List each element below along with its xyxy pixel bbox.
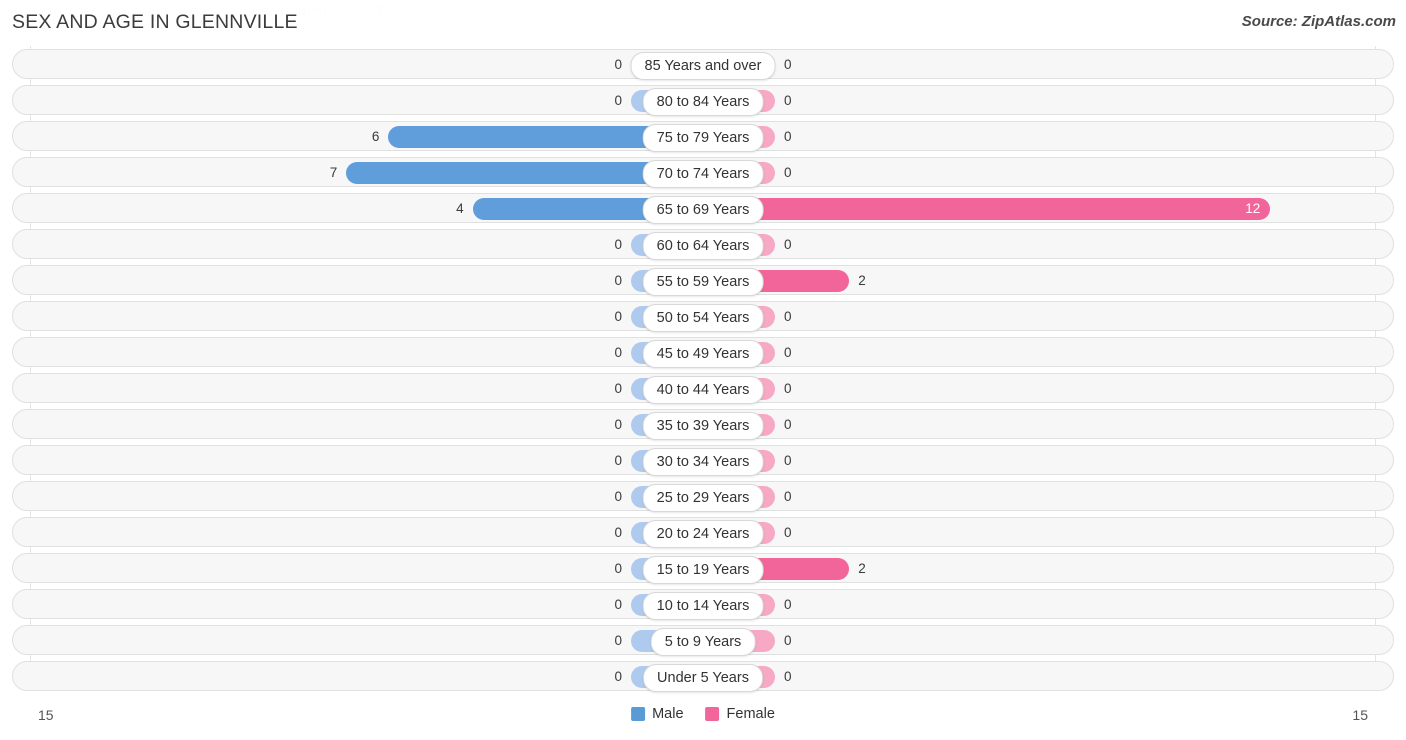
age-group-label: 55 to 59 Years [642, 268, 764, 296]
age-group-label: 25 to 29 Years [642, 484, 764, 512]
female-value-label: 0 [784, 237, 792, 252]
male-value-label: 0 [614, 57, 622, 72]
female-bar[interactable] [703, 198, 1271, 220]
age-group-row: 4 12 65 to 69 Years [12, 193, 1394, 224]
male-value-label: 0 [614, 381, 622, 396]
age-group-label: 30 to 34 Years [642, 448, 764, 476]
population-pyramid-plot: 0 0 85 Years and over 0 0 80 to 84 Years 6 0 75 … [0, 46, 1406, 701]
male-value-label: 0 [614, 597, 622, 612]
female-value-label: 0 [784, 345, 792, 360]
age-group-label: 15 to 19 Years [642, 556, 764, 584]
male-value-label: 0 [614, 633, 622, 648]
female-value-label: 0 [784, 525, 792, 540]
age-group-row: 0 0 20 to 24 Years [12, 517, 1394, 548]
age-group-rows: 0 0 85 Years and over 0 0 80 to 84 Years 6 0 75 … [0, 49, 1406, 697]
age-group-label: 65 to 69 Years [642, 196, 764, 224]
male-value-label: 0 [614, 525, 622, 540]
age-group-row: 0 0 30 to 34 Years [12, 445, 1394, 476]
female-value-label: 2 [858, 561, 866, 576]
age-group-row: 7 0 70 to 74 Years [12, 157, 1394, 188]
age-group-row: 0 0 40 to 44 Years [12, 373, 1394, 404]
female-value-label: 0 [784, 417, 792, 432]
legend-item-female[interactable]: Female [705, 706, 775, 722]
chart-header: SEX AND AGE IN GLENNVILLE ZipAtlas.com S… [0, 0, 1406, 46]
female-value-label: 0 [784, 489, 792, 504]
age-group-label: 50 to 54 Years [642, 304, 764, 332]
chart-footer: 15 Male Female 15 [0, 701, 1406, 740]
age-group-row: 6 0 75 to 79 Years [12, 121, 1394, 152]
axis-label-left: 15 [38, 707, 54, 723]
male-value-label: 0 [614, 309, 622, 324]
female-value-label: 12 [1245, 201, 1261, 216]
female-value-label: 0 [784, 165, 792, 180]
legend-item-male[interactable]: Male [631, 706, 684, 722]
chart-legend: Male Female [631, 706, 775, 722]
age-group-row: 0 0 60 to 64 Years [12, 229, 1394, 260]
age-group-row: 0 0 5 to 9 Years [12, 625, 1394, 656]
axis-label-right: 15 [1352, 707, 1368, 723]
male-value-label: 4 [456, 201, 464, 216]
male-value-label: 7 [329, 165, 338, 180]
male-value-label: 0 [614, 237, 622, 252]
age-group-label: 20 to 24 Years [642, 520, 764, 548]
age-group-label: 40 to 44 Years [642, 376, 764, 404]
age-group-row: 0 0 25 to 29 Years [12, 481, 1394, 512]
female-value-label: 0 [784, 597, 792, 612]
age-group-label: 45 to 49 Years [642, 340, 764, 368]
age-group-row: 0 2 55 to 59 Years [12, 265, 1394, 296]
age-group-label: Under 5 Years [643, 664, 763, 692]
age-group-label: 70 to 74 Years [642, 160, 764, 188]
female-value-label: 0 [784, 93, 792, 108]
legend-label-female: Female [726, 706, 775, 722]
female-value-label: 0 [784, 57, 792, 72]
male-value-label: 6 [371, 129, 380, 144]
female-value-label: 0 [784, 381, 792, 396]
age-group-label: 10 to 14 Years [642, 592, 764, 620]
male-value-label: 0 [614, 453, 622, 468]
male-value-label: 0 [614, 273, 622, 288]
female-value-label: 2 [858, 273, 866, 288]
legend-label-male: Male [652, 706, 684, 722]
male-value-label: 0 [614, 669, 622, 684]
female-value-label: 0 [784, 633, 792, 648]
age-group-row: 0 0 50 to 54 Years [12, 301, 1394, 332]
age-group-label: 85 Years and over [630, 52, 776, 80]
age-group-label: 80 to 84 Years [642, 88, 764, 116]
source-attribution: Source: ZipAtlas.com [1241, 13, 1396, 30]
female-value-label: 0 [784, 129, 792, 144]
male-value-label: 0 [614, 93, 622, 108]
age-group-row: 0 0 45 to 49 Years [12, 337, 1394, 368]
male-color-swatch [631, 707, 646, 721]
male-value-label: 0 [614, 489, 622, 504]
age-group-label: 75 to 79 Years [642, 124, 764, 152]
page-title: SEX AND AGE IN GLENNVILLE [12, 11, 298, 33]
age-group-row: 0 0 85 Years and over [12, 49, 1394, 80]
female-value-label: 0 [784, 453, 792, 468]
male-value-label: 0 [614, 561, 622, 576]
male-value-label: 0 [614, 417, 622, 432]
male-value-label: 0 [614, 345, 622, 360]
female-value-label: 0 [784, 669, 792, 684]
age-group-row: 0 0 Under 5 Years [12, 661, 1394, 692]
age-group-row: 0 2 15 to 19 Years [12, 553, 1394, 584]
age-group-row: 0 0 10 to 14 Years [12, 589, 1394, 620]
female-color-swatch [705, 707, 720, 721]
female-value-label: 0 [784, 309, 792, 324]
age-group-label: 35 to 39 Years [642, 412, 764, 440]
watermark: ZipAtlas.com [288, 1, 387, 18]
age-group-row: 0 0 35 to 39 Years [12, 409, 1394, 440]
age-group-label: 60 to 64 Years [642, 232, 764, 260]
age-group-label: 5 to 9 Years [650, 628, 756, 656]
age-group-row: 0 0 80 to 84 Years [12, 85, 1394, 116]
